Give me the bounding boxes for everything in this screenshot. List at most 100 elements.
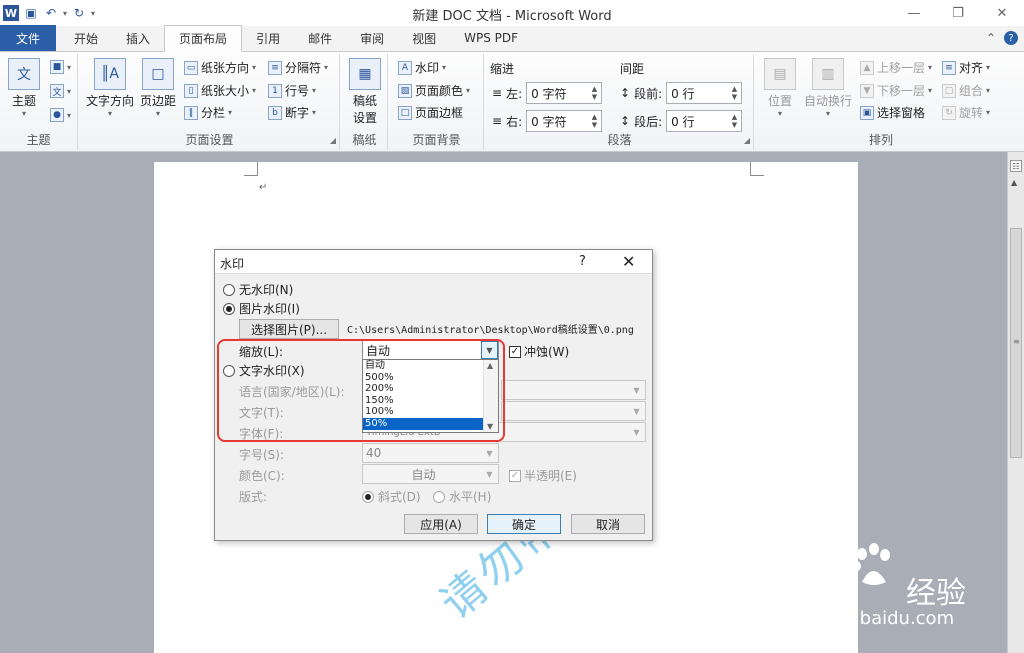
- watermark-button[interactable]: A 水印 ▾: [398, 59, 446, 76]
- breaks-dropdown-icon: ▾: [324, 63, 329, 72]
- washout-checkbox[interactable]: ✓ 冲蚀(W): [509, 343, 569, 360]
- apply-button[interactable]: 应用(A): [404, 514, 478, 534]
- semitransparent-label: 半透明(E): [524, 469, 577, 483]
- theme-colors-button[interactable]: ■ ▾: [50, 60, 71, 74]
- no-watermark-radio[interactable]: 无水印(N): [223, 281, 293, 298]
- customize-toolbar-icon[interactable]: ▾: [91, 9, 95, 18]
- hyphenation-label: 断字: [285, 106, 310, 120]
- diagonal-radio[interactable]: 斜式(D): [362, 488, 421, 505]
- spacing-after-input[interactable]: 0 行 ▲ ▼: [666, 110, 743, 132]
- undo-dropdown-icon[interactable]: ▾: [63, 9, 67, 18]
- color-label: 颜色(C):: [239, 469, 285, 483]
- tab-view[interactable]: 视图: [398, 25, 450, 51]
- word-logo-icon: W: [3, 5, 19, 21]
- spacing-after-value: 0 行: [671, 114, 695, 129]
- wrap-text-icon: ▥: [812, 58, 844, 90]
- dialog-close-icon[interactable]: ✕: [622, 252, 635, 271]
- breaks-icon: ≡: [268, 60, 282, 75]
- breaks-button[interactable]: ≡ 分隔符 ▾: [268, 59, 328, 76]
- indent-left-spinner-icon[interactable]: ▲ ▼: [592, 85, 597, 101]
- indent-right-spinner-icon[interactable]: ▲ ▼: [592, 113, 597, 129]
- picture-watermark-radio-circle: [223, 302, 235, 315]
- manuscript-icon: ▦: [349, 58, 381, 90]
- wrap-text-button[interactable]: ▥ 自动换行 ▾: [802, 58, 854, 118]
- tab-wps-pdf[interactable]: WPS PDF: [450, 25, 532, 51]
- tab-file[interactable]: 文件: [0, 25, 57, 51]
- selection-pane-button[interactable]: ▣ 选择窗格: [860, 104, 925, 121]
- tab-references[interactable]: 引用: [242, 25, 294, 51]
- ok-button[interactable]: 确定: [487, 514, 561, 534]
- theme-effects-button[interactable]: ● ▾: [50, 108, 71, 122]
- dialog-help-icon[interactable]: ?: [579, 254, 586, 269]
- paragraph-mark-icon: ↵: [259, 182, 268, 193]
- semitransparent-checkbox[interactable]: ✓ 半透明(E): [509, 467, 577, 484]
- minimize-icon[interactable]: —: [892, 0, 936, 26]
- text-dropdown-icon[interactable]: ▼: [628, 402, 645, 420]
- horizontal-radio[interactable]: 水平(H): [433, 488, 491, 505]
- close-window-icon[interactable]: ✕: [980, 0, 1024, 26]
- save-icon[interactable]: ▣: [23, 5, 39, 21]
- columns-button[interactable]: ‖ 分栏 ▾: [184, 104, 232, 121]
- theme-fonts-icon: 文: [50, 84, 64, 98]
- bring-forward-button[interactable]: ▲ 上移一层 ▾: [860, 59, 932, 76]
- line-numbers-button[interactable]: 1 行号 ▾: [268, 82, 316, 99]
- color-select[interactable]: 自动 ▼: [362, 464, 499, 484]
- theme-button[interactable]: 文 主题 ▾: [6, 58, 42, 118]
- tab-review[interactable]: 审阅: [346, 25, 398, 51]
- diagonal-label: 斜式(D): [378, 490, 421, 504]
- size-dropdown-icon[interactable]: ▼: [481, 444, 498, 462]
- size-select[interactable]: 40 ▼: [362, 443, 499, 463]
- language-select[interactable]: ▼: [501, 380, 646, 400]
- paragraph-dialog-launcher-icon[interactable]: ◢: [744, 136, 750, 145]
- cancel-button[interactable]: 取消: [571, 514, 645, 534]
- collapse-ribbon-icon[interactable]: ⌃: [986, 31, 996, 45]
- manuscript-settings-button[interactable]: ▦ 稿纸 设置: [346, 58, 384, 126]
- spacing-before-spinner-icon[interactable]: ▲ ▼: [732, 85, 737, 101]
- spacing-after-spinner-icon[interactable]: ▲ ▼: [732, 113, 737, 129]
- margins-button[interactable]: □ 页边距 ▾: [138, 58, 178, 118]
- columns-icon: ‖: [184, 105, 198, 120]
- group-page-setup-label: 页面设置: [185, 133, 234, 147]
- size-button[interactable]: ▯ 纸张大小 ▾: [184, 82, 256, 99]
- tab-insert[interactable]: 插入: [112, 25, 164, 51]
- restore-icon[interactable]: ❐: [936, 0, 980, 26]
- spacing-before-input[interactable]: 0 行 ▲ ▼: [666, 82, 743, 104]
- select-picture-button[interactable]: 选择图片(P)...: [239, 319, 339, 339]
- hyphenation-button[interactable]: b 断字 ▾: [268, 104, 316, 121]
- orientation-button[interactable]: ▭ 纸张方向 ▾: [184, 59, 256, 76]
- send-backward-dropdown-icon: ▾: [928, 86, 933, 95]
- page-setup-dialog-launcher-icon[interactable]: ◢: [330, 136, 336, 145]
- group-objects-button[interactable]: ▢ 组合 ▾: [942, 82, 990, 99]
- scroll-up-icon[interactable]: ▲: [1011, 178, 1017, 187]
- help-icon[interactable]: ?: [1004, 31, 1018, 45]
- tab-page-layout[interactable]: 页面布局: [164, 25, 243, 52]
- margin-corner-top-right: [750, 162, 764, 176]
- tab-home[interactable]: 开始: [60, 25, 112, 51]
- selection-pane-icon: ▣: [860, 105, 874, 120]
- text-direction-button[interactable]: ║A 文字方向 ▾: [84, 58, 136, 118]
- font-dropdown-icon[interactable]: ▼: [628, 423, 645, 441]
- redo-icon[interactable]: ↻: [71, 5, 87, 21]
- breaks-label: 分隔符: [285, 61, 322, 75]
- ruler-toggle-icon[interactable]: ☷: [1010, 160, 1022, 172]
- margin-corner-top-left: [244, 162, 258, 176]
- page-color-button[interactable]: ▧ 页面颜色 ▾: [398, 82, 470, 99]
- page-borders-button[interactable]: □ 页面边框: [398, 104, 463, 121]
- theme-fonts-button[interactable]: 文 ▾: [50, 84, 71, 98]
- align-button[interactable]: ≡ 对齐 ▾: [942, 59, 990, 76]
- tab-mailings[interactable]: 邮件: [294, 25, 346, 51]
- language-dropdown-icon[interactable]: ▼: [628, 381, 645, 399]
- theme-icon: 文: [8, 58, 40, 90]
- position-button[interactable]: ▤ 位置 ▾: [762, 58, 798, 118]
- picture-watermark-radio[interactable]: 图片水印(I): [223, 300, 300, 317]
- text-direction-icon: ║A: [94, 58, 126, 90]
- group-page-background-label: 页面背景: [412, 133, 461, 147]
- undo-icon[interactable]: ↶: [43, 5, 59, 21]
- color-dropdown-icon[interactable]: ▼: [481, 465, 498, 483]
- send-backward-button[interactable]: ▼ 下移一层 ▾: [860, 82, 932, 99]
- rotate-button[interactable]: ↻ 旋转 ▾: [942, 104, 990, 121]
- indent-right-input[interactable]: 0 字符 ▲ ▼: [526, 110, 603, 132]
- group-paragraph: 缩进 间距 ≡ 左: 0 字符 ▲ ▼ ≡ 右: 0 字符 ▲ ▼ ↕ 段前: 0 行 ▲…: [486, 54, 754, 150]
- text-select[interactable]: ▼: [501, 401, 646, 421]
- indent-left-input[interactable]: 0 字符 ▲ ▼: [526, 82, 603, 104]
